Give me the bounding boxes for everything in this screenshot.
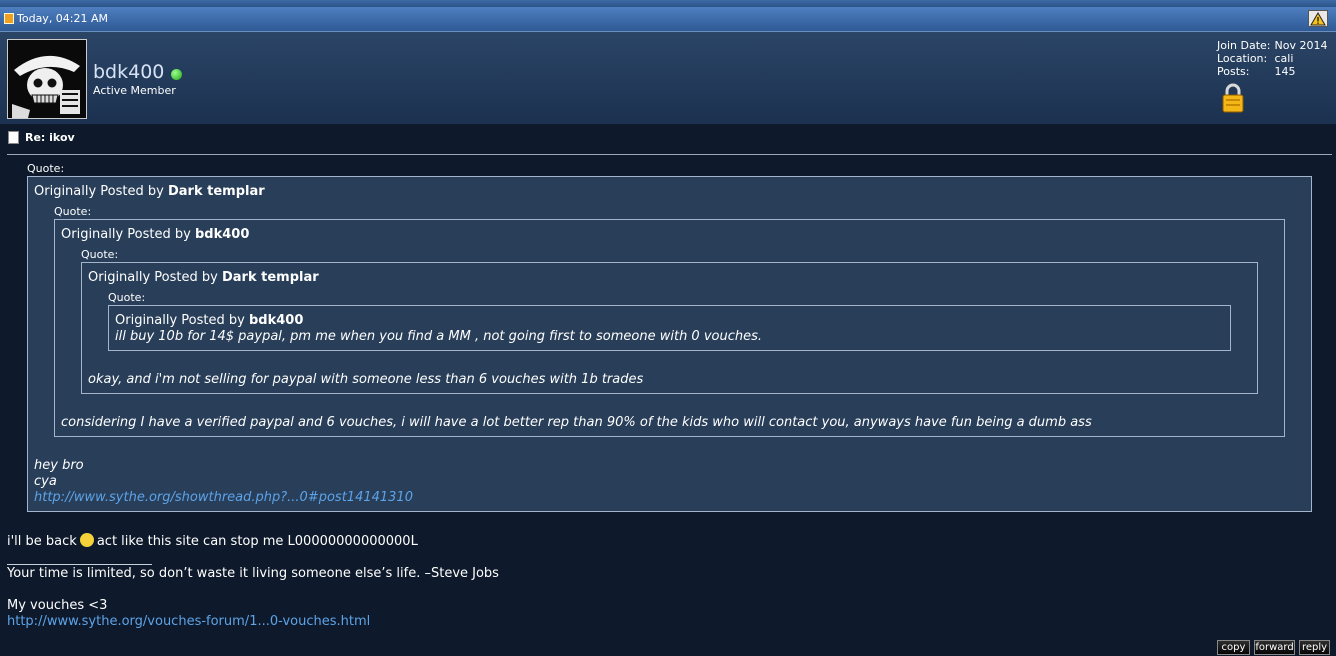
warning-icon <box>1310 11 1326 25</box>
post-timestamp: Today, 04:21 AM <box>17 12 109 25</box>
post-status-icon <box>4 13 14 24</box>
quote-header: Originally Posted by bdk400 <box>61 227 249 242</box>
signature-vouches-link[interactable]: http://www.sythe.org/vouches-forum/1...0… <box>7 614 370 629</box>
post-body-text-continued: act like this site can stop me L00000000… <box>96 534 418 549</box>
user-title: Active Member <box>93 84 176 97</box>
post-date: Today, 04:21 AM <box>4 12 108 25</box>
signature-quote: Your time is limited, so don’t waste it … <box>7 566 499 581</box>
quote-author: Dark templar <box>167 184 265 199</box>
report-post-button[interactable] <box>1308 10 1328 27</box>
online-status-icon <box>171 68 183 80</box>
post-title-text: Re: ikov <box>25 131 75 144</box>
quote-posted-by-prefix: Originally Posted by <box>61 227 191 242</box>
copy-button[interactable]: copy <box>1217 640 1250 655</box>
quote-label: Quote: <box>81 248 119 261</box>
username[interactable]: bdk400 <box>93 61 183 83</box>
user-info-bar: bdk400 Active Member Join Date: Nov 2014… <box>0 32 1336 124</box>
location-value: cali <box>1274 52 1294 65</box>
quote-author: Dark templar <box>221 270 319 285</box>
quote-text: ill buy 10b for 14$ paypal, pm me when y… <box>115 329 763 344</box>
join-date-value: Nov 2014 <box>1274 39 1328 52</box>
post-body: i'll be back act like this site can stop … <box>7 533 418 549</box>
posts-value: 145 <box>1274 65 1296 78</box>
quote-label: Quote: <box>27 162 65 175</box>
skull-cowboy-avatar-image <box>8 40 86 118</box>
quote-label: Quote: <box>108 291 146 304</box>
wink-smiley-icon <box>79 533 94 547</box>
post-title: Re: ikov <box>8 131 75 144</box>
avatar[interactable] <box>7 39 87 119</box>
quote-header: Originally Posted by bdk400 <box>115 313 303 328</box>
reply-button[interactable]: reply <box>1299 640 1330 655</box>
quote-author: bdk400 <box>194 227 250 242</box>
quote-text: okay, and i'm not selling for paypal wit… <box>88 372 644 387</box>
title-divider <box>7 154 1332 155</box>
quote-posted-by-prefix: Originally Posted by <box>34 184 164 199</box>
signature-divider <box>7 564 152 565</box>
quote-link[interactable]: http://www.sythe.org/showthread.php?...0… <box>34 490 413 505</box>
quote-posted-by-prefix: Originally Posted by <box>115 313 245 328</box>
post-header: Today, 04:21 AM <box>0 7 1336 32</box>
join-date-label: Join Date: <box>1217 39 1271 52</box>
quote-header: Originally Posted by Dark templar <box>34 184 265 199</box>
quote-text-line: cya <box>34 474 57 489</box>
quote-posted-by-prefix: Originally Posted by <box>88 270 218 285</box>
posts-label: Posts: <box>1217 65 1250 78</box>
forward-button[interactable]: forward <box>1254 640 1295 655</box>
quote-label: Quote: <box>54 205 92 218</box>
signature-vouches-label: My vouches <3 <box>7 598 108 613</box>
join-date-row: Join Date: Nov 2014 <box>1217 39 1327 52</box>
document-icon <box>8 131 19 144</box>
quote-header: Originally Posted by Dark templar <box>88 270 319 285</box>
lock-icon <box>1222 83 1244 113</box>
username-text: bdk400 <box>93 61 165 83</box>
posts-row: Posts: 145 <box>1217 65 1327 78</box>
user-stats: Join Date: Nov 2014 Location: cali Posts… <box>1217 39 1327 78</box>
location-row: Location: cali <box>1217 52 1327 65</box>
location-label: Location: <box>1217 52 1268 65</box>
quote-author: bdk400 <box>248 313 304 328</box>
post-body-text: i'll be back <box>7 534 77 549</box>
quote-text-line: hey bro <box>34 458 84 473</box>
quote-box-level-4 <box>108 305 1231 351</box>
top-strip <box>0 0 1336 7</box>
quote-text: considering I have a verified paypal and… <box>61 415 1092 430</box>
